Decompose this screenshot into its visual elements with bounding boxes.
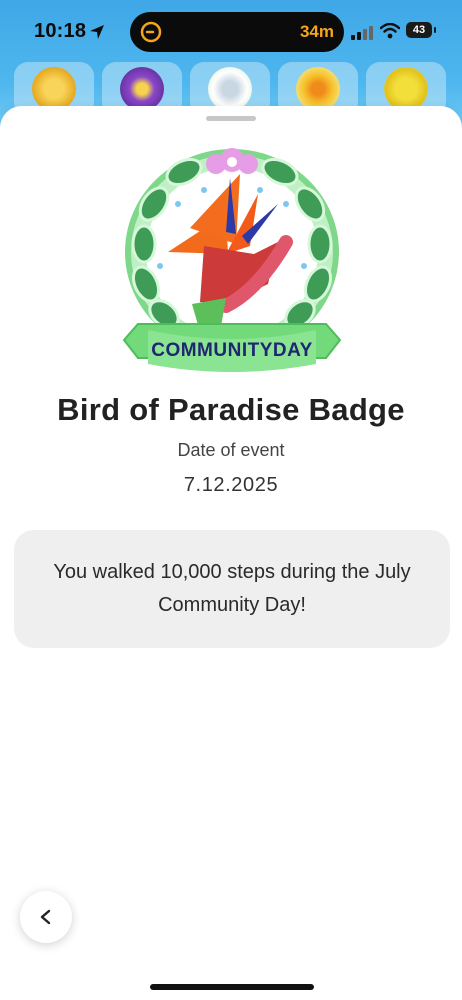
dynamic-island[interactable]: 34m [130,12,344,52]
badge-detail-sheet: COMMUNITYDAY Bird of Paradise Badge Date… [0,106,462,1000]
badge-title: Bird of Paradise Badge [57,392,405,427]
home-indicator[interactable] [150,984,314,990]
battery-indicator: 43 [406,22,436,38]
sheet-grabber[interactable] [206,116,256,121]
cellular-signal-icon [351,26,373,40]
date-value: 7.12.2025 [183,474,279,496]
badge-message-card: You walked 10,000 steps during the July … [14,530,450,648]
white-flower-badge-icon [208,67,252,111]
activity-timer-icon [140,21,162,43]
badge-message: You walked 10,000 steps during the July … [53,561,411,616]
date-label: Date of event [177,440,285,460]
timer-label: 34m [299,22,334,41]
bird-of-paradise-badge-icon: COMMUNITYDAY [122,148,342,372]
wifi-icon [380,23,400,39]
yellow-flower-badge-icon [32,67,76,111]
yellow-bloom-badge-icon [384,67,428,111]
badge-ribbon-text: COMMUNITYDAY [151,340,313,361]
purple-flower-badge-icon [120,67,164,111]
status-time: 10:18 [34,20,87,42]
location-arrow-icon [90,25,104,39]
status-bar: 10:18 34m 43 [0,0,462,64]
yellow-daffodil-badge-icon [296,67,340,111]
back-button[interactable] [20,891,72,943]
chevron-left-icon [40,909,51,925]
